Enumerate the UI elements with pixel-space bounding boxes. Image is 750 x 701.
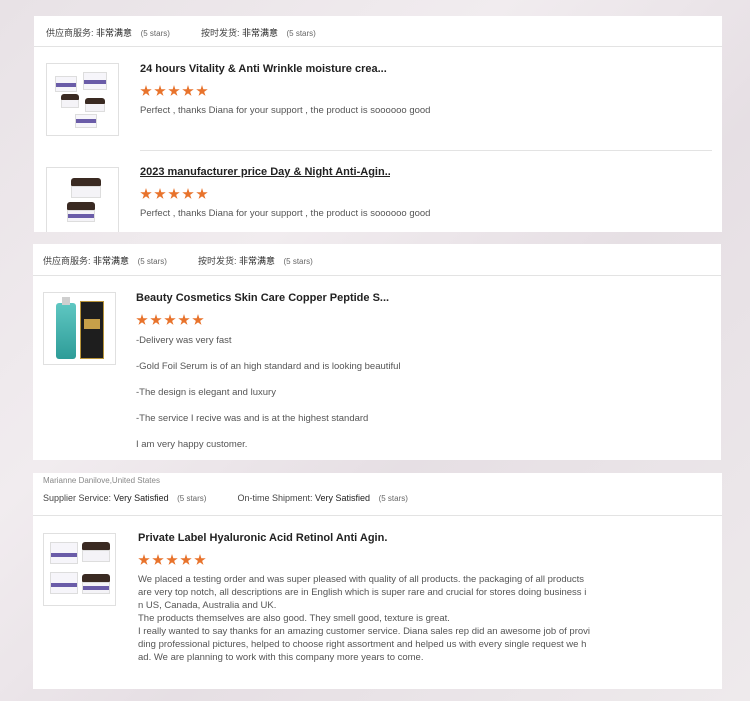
review-line: are very top notch, all descriptions are… (138, 587, 587, 598)
review-line: The products themselves are also good. T… (138, 613, 450, 624)
star-icon (150, 314, 162, 325)
review-card-2: 供应商服务: 非常满意 (5 stars) 按时发货: 非常满意 (5 star… (33, 244, 721, 460)
review-line: -Delivery was very fast (136, 335, 232, 346)
item-divider (140, 150, 712, 151)
shipment-stars-note: (5 stars) (286, 29, 316, 38)
star-icon (138, 554, 150, 565)
shipment-label: 按时发货: (197, 256, 237, 266)
review-line: We placed a testing order and was super … (138, 574, 585, 585)
star-icon (166, 554, 178, 565)
star-icon (168, 85, 180, 96)
serum-bottle-image (56, 303, 76, 359)
divider (33, 515, 722, 516)
review-line: ad. We are planning to work with this co… (138, 652, 424, 663)
rating-stars (140, 188, 208, 200)
rating-stars (138, 554, 206, 566)
star-icon (182, 188, 194, 199)
star-icon (136, 314, 148, 325)
review-card-3: Marianne Danilove,United States Supplier… (33, 473, 722, 689)
supplier-value: 非常满意 (93, 256, 130, 266)
shipment-label: 按时发货: (200, 28, 240, 38)
supplier-label: Supplier Service: (43, 493, 112, 503)
product-title[interactable]: Private Label Hyaluronic Acid Retinol An… (138, 532, 388, 544)
review-line: n US, Canada, Australia and UK. (138, 600, 277, 611)
supplier-stars-note: (5 stars) (177, 494, 207, 503)
review-line: I am very happy customer. (136, 439, 248, 450)
star-icon (154, 85, 166, 96)
review-meta-row: 供应商服务: 非常满意 (5 stars) 按时发货: 非常满意 (5 star… (46, 26, 316, 39)
supplier-value: 非常满意 (96, 28, 133, 38)
shipment-value: 非常满意 (241, 28, 278, 38)
product-thumbnail[interactable] (43, 292, 116, 365)
star-icon (164, 314, 176, 325)
divider (34, 46, 722, 47)
review-card-1: 供应商服务: 非常满意 (5 stars) 按时发货: 非常满意 (5 star… (34, 16, 722, 232)
star-icon (192, 314, 204, 325)
rating-stars (140, 85, 208, 97)
star-icon (182, 85, 194, 96)
star-icon (152, 554, 164, 565)
product-title[interactable]: 24 hours Vitality & Anti Wrinkle moistur… (140, 63, 410, 75)
serum-box-image (80, 301, 104, 359)
review-meta-row: Supplier Service: Very Satisfied (5 star… (43, 493, 408, 503)
star-icon (196, 85, 208, 96)
shipment-value: Very Satisfied (315, 493, 371, 503)
star-icon (196, 188, 208, 199)
shipment-value: 非常满意 (238, 256, 275, 266)
product-title[interactable]: Beauty Cosmetics Skin Care Copper Peptid… (136, 292, 396, 304)
supplier-label: 供应商服务: (43, 256, 91, 266)
product-thumbnail[interactable] (43, 533, 116, 606)
star-icon (168, 188, 180, 199)
star-icon (180, 554, 192, 565)
review-text: Perfect , thanks Diana for your support … (140, 105, 431, 116)
star-icon (178, 314, 190, 325)
supplier-stars-note: (5 stars) (140, 29, 170, 38)
star-icon (154, 188, 166, 199)
review-line: -Gold Foil Serum is of an high standard … (136, 361, 401, 372)
review-meta-row: 供应商服务: 非常满意 (5 stars) 按时发货: 非常满意 (5 star… (43, 254, 313, 267)
star-icon (140, 85, 152, 96)
star-icon (140, 188, 152, 199)
review-line: I really wanted to say thanks for an ama… (138, 626, 591, 637)
shipment-stars-note: (5 stars) (283, 257, 313, 266)
shipment-stars-note: (5 stars) (378, 494, 408, 503)
reviewer-name: Marianne Danilove,United States (43, 476, 160, 485)
review-line: ding professional pictures, helped to ch… (138, 639, 587, 650)
shipment-label: On-time Shipment: (237, 493, 313, 503)
product-title[interactable]: 2023 manufacturer price Day & Night Anti… (140, 166, 390, 178)
product-thumbnail[interactable] (46, 63, 119, 136)
review-line: -The service I recive was and is at the … (136, 413, 369, 424)
star-icon (194, 554, 206, 565)
divider (33, 275, 721, 276)
product-thumbnail[interactable] (46, 167, 119, 232)
supplier-label: 供应商服务: (46, 28, 94, 38)
supplier-stars-note: (5 stars) (137, 257, 167, 266)
review-text: Perfect , thanks Diana for your support … (140, 208, 431, 219)
supplier-value: Very Satisfied (113, 493, 169, 503)
review-line: -The design is elegant and luxury (136, 387, 276, 398)
rating-stars (136, 314, 204, 326)
